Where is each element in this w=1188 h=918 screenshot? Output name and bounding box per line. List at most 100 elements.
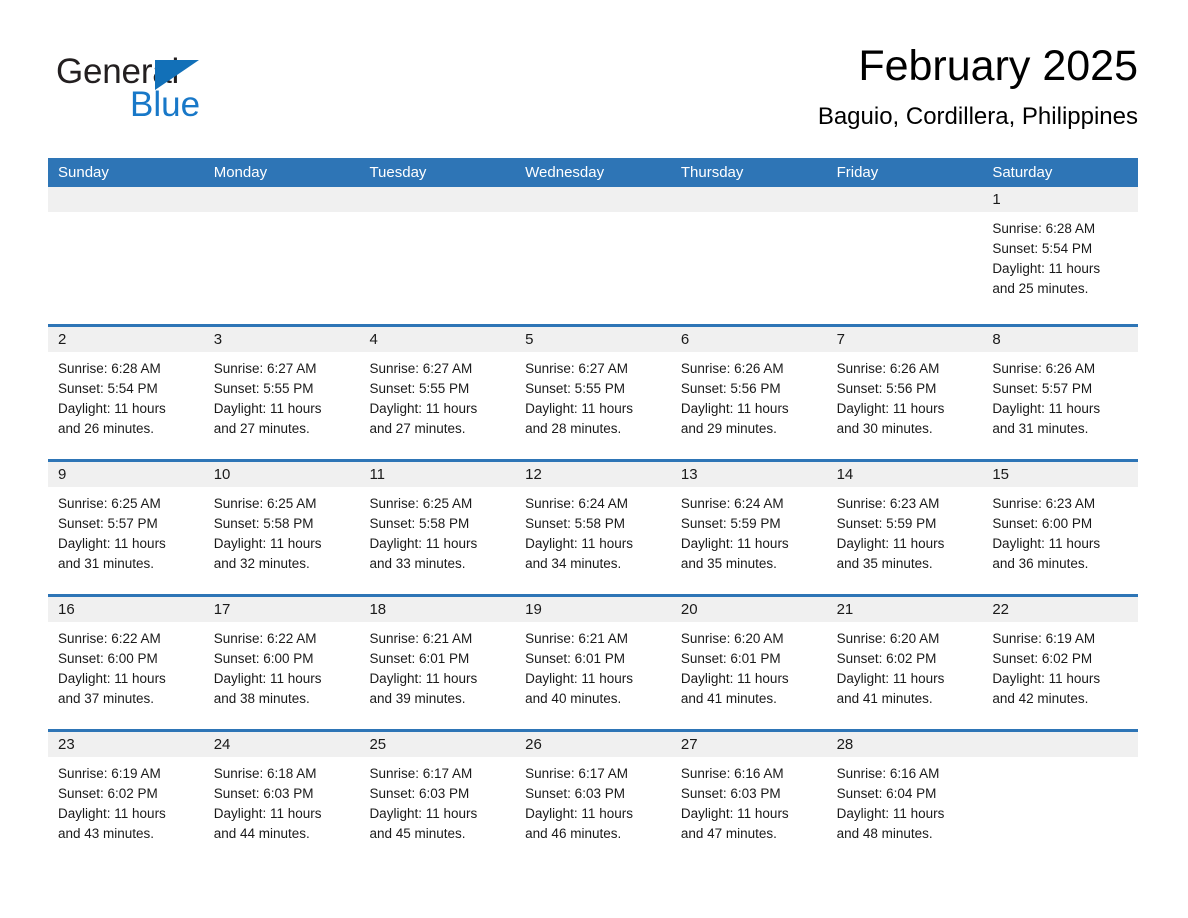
daylight-duration-line1: Daylight: 11 hours bbox=[213, 806, 322, 821]
sunrise-time: Sunrise: 6:18 AM bbox=[213, 766, 317, 781]
sunrise-time: Sunrise: 6:20 AM bbox=[680, 631, 784, 646]
daylight-duration-line2: and 35 minutes. bbox=[680, 556, 777, 571]
title-block: February 2025 Baguio, Cordillera, Philip… bbox=[438, 40, 1138, 132]
weekday-header-row: Sunday Monday Tuesday Wednesday Thursday… bbox=[48, 158, 1138, 187]
day-number: 7 bbox=[826, 327, 983, 352]
calendar-day-cell[interactable]: 11 Sunrise: 6:25 AM Sunset: 5:58 PM Dayligh… bbox=[359, 462, 516, 594]
daylight-duration-line1: Daylight: 11 hours bbox=[58, 671, 166, 686]
calendar-week-row: 1 Sunrise: 6:28 AM Sunset: 5:54 PM Daylight… bbox=[48, 187, 1139, 324]
day-number: 3 bbox=[203, 327, 360, 352]
calendar-day-cell[interactable]: 2 Sunrise: 6:28 AM Sunset: 5:54 PM Daylight… bbox=[48, 327, 204, 459]
day-number: 22 bbox=[982, 597, 1139, 622]
calendar-day-cell[interactable]: 21 Sunrise: 6:20 AM Sunset: 6:02 PM Dayligh… bbox=[826, 597, 983, 729]
daylight-duration-line2: and 27 minutes. bbox=[213, 421, 310, 436]
sunrise-time: Sunrise: 6:23 AM bbox=[992, 496, 1096, 511]
sunrise-time: Sunrise: 6:27 AM bbox=[213, 361, 317, 376]
daylight-duration-line2: and 33 minutes. bbox=[369, 556, 466, 571]
day-details: Sunrise: 6:20 AM Sunset: 6:02 PM Daylight:… bbox=[827, 622, 983, 709]
calendar-day-cell[interactable]: 22 Sunrise: 6:19 AM Sunset: 6:02 PM Dayligh… bbox=[982, 597, 1139, 729]
daylight-duration-line1: Daylight: 11 hours bbox=[992, 261, 1101, 276]
day-details: Sunrise: 6:28 AM Sunset: 5:54 PM Daylight:… bbox=[48, 352, 204, 439]
sunrise-time: Sunrise: 6:26 AM bbox=[680, 361, 784, 376]
calendar-day-cell-empty bbox=[359, 187, 516, 324]
daylight-duration-line2: and 47 minutes. bbox=[680, 826, 777, 841]
sunset-time: Sunset: 5:54 PM bbox=[992, 241, 1093, 256]
sunset-time: Sunset: 6:00 PM bbox=[992, 516, 1093, 531]
day-number bbox=[826, 187, 983, 212]
calendar-day-cell[interactable]: 17 Sunrise: 6:22 AM Sunset: 6:00 PM Dayligh… bbox=[203, 597, 360, 729]
day-number bbox=[359, 187, 516, 212]
calendar-weeks: 1 Sunrise: 6:28 AM Sunset: 5:54 PM Daylight… bbox=[48, 187, 1139, 864]
day-details: Sunrise: 6:28 AM Sunset: 5:54 PM Daylight:… bbox=[982, 212, 1138, 299]
day-details: Sunrise: 6:20 AM Sunset: 6:01 PM Daylight:… bbox=[671, 622, 827, 709]
day-number: 15 bbox=[982, 462, 1139, 487]
calendar-day-cell[interactable]: 16 Sunrise: 6:22 AM Sunset: 6:00 PM Dayligh… bbox=[48, 597, 204, 729]
daylight-duration-line2: and 39 minutes. bbox=[369, 691, 466, 706]
calendar-day-cell[interactable]: 15 Sunrise: 6:23 AM Sunset: 6:00 PM Dayligh… bbox=[982, 462, 1139, 594]
day-number bbox=[515, 187, 671, 212]
calendar-day-cell[interactable]: 5 Sunrise: 6:27 AM Sunset: 5:55 PM Daylight… bbox=[515, 327, 671, 459]
calendar-day-cell[interactable]: 9 Sunrise: 6:25 AM Sunset: 5:57 PM Daylight… bbox=[48, 462, 204, 594]
calendar-day-cell-empty bbox=[982, 732, 1139, 864]
sunset-time: Sunset: 5:57 PM bbox=[58, 516, 158, 531]
sunrise-time: Sunrise: 6:25 AM bbox=[369, 496, 473, 511]
day-number: 17 bbox=[203, 597, 360, 622]
daylight-duration-line2: and 29 minutes. bbox=[680, 421, 777, 436]
daylight-duration-line2: and 35 minutes. bbox=[836, 556, 933, 571]
day-number: 27 bbox=[670, 732, 827, 757]
calendar-day-cell[interactable]: 8 Sunrise: 6:26 AM Sunset: 5:57 PM Daylight… bbox=[982, 327, 1139, 459]
calendar-day-cell[interactable]: 3 Sunrise: 6:27 AM Sunset: 5:55 PM Daylight… bbox=[203, 327, 360, 459]
calendar-day-cell[interactable]: 23 Sunrise: 6:19 AM Sunset: 6:02 PM Dayligh… bbox=[48, 732, 204, 864]
calendar-day-cell[interactable]: 6 Sunrise: 6:26 AM Sunset: 5:56 PM Daylight… bbox=[670, 327, 827, 459]
calendar-week-row: 23 Sunrise: 6:19 AM Sunset: 6:02 PM Dayligh… bbox=[48, 729, 1139, 864]
sunrise-time: Sunrise: 6:22 AM bbox=[213, 631, 317, 646]
calendar-day-cell-empty bbox=[670, 187, 827, 324]
day-number: 2 bbox=[48, 327, 204, 352]
brand-name-blue: Blue bbox=[130, 85, 201, 124]
sunset-time: Sunset: 6:03 PM bbox=[369, 786, 470, 801]
calendar-day-cell[interactable]: 10 Sunrise: 6:25 AM Sunset: 5:58 PM Dayligh… bbox=[203, 462, 360, 594]
calendar-day-cell[interactable]: 12 Sunrise: 6:24 AM Sunset: 5:58 PM Dayligh… bbox=[515, 462, 671, 594]
calendar-day-cell[interactable]: 7 Sunrise: 6:26 AM Sunset: 5:56 PM Daylight… bbox=[826, 327, 983, 459]
day-details: Sunrise: 6:25 AM Sunset: 5:58 PM Daylight:… bbox=[204, 487, 360, 574]
daylight-duration-line2: and 34 minutes. bbox=[525, 556, 622, 571]
sunset-time: Sunset: 5:55 PM bbox=[369, 381, 470, 396]
calendar-day-cell[interactable]: 26 Sunrise: 6:17 AM Sunset: 6:03 PM Dayligh… bbox=[515, 732, 671, 864]
calendar-day-cell-empty bbox=[826, 187, 983, 324]
day-details: Sunrise: 6:26 AM Sunset: 5:57 PM Daylight:… bbox=[982, 352, 1138, 439]
sunrise-time: Sunrise: 6:17 AM bbox=[369, 766, 473, 781]
calendar-day-cell[interactable]: 19 Sunrise: 6:21 AM Sunset: 6:01 PM Dayligh… bbox=[515, 597, 671, 729]
calendar-day-cell[interactable]: 18 Sunrise: 6:21 AM Sunset: 6:01 PM Dayligh… bbox=[359, 597, 516, 729]
sunrise-time: Sunrise: 6:25 AM bbox=[213, 496, 317, 511]
day-details: Sunrise: 6:17 AM Sunset: 6:03 PM Daylight:… bbox=[359, 757, 515, 844]
day-details: Sunrise: 6:18 AM Sunset: 6:03 PM Daylight:… bbox=[204, 757, 360, 844]
sunset-time: Sunset: 6:03 PM bbox=[680, 786, 781, 801]
daylight-duration-line2: and 32 minutes. bbox=[213, 556, 310, 571]
general-blue-logo[interactable]: General Blue bbox=[56, 52, 256, 126]
calendar-day-cell[interactable]: 25 Sunrise: 6:17 AM Sunset: 6:03 PM Dayligh… bbox=[359, 732, 516, 864]
weekday-header-monday: Monday bbox=[213, 164, 268, 181]
calendar-day-cell[interactable]: 1 Sunrise: 6:28 AM Sunset: 5:54 PM Daylight… bbox=[982, 187, 1139, 324]
calendar-day-cell[interactable]: 27 Sunrise: 6:16 AM Sunset: 6:03 PM Dayligh… bbox=[670, 732, 827, 864]
sunset-time: Sunset: 5:56 PM bbox=[680, 381, 781, 396]
calendar-day-cell[interactable]: 28 Sunrise: 6:16 AM Sunset: 6:04 PM Dayligh… bbox=[826, 732, 983, 864]
calendar-day-cell[interactable]: 20 Sunrise: 6:20 AM Sunset: 6:01 PM Dayligh… bbox=[670, 597, 827, 729]
calendar-day-cell[interactable]: 13 Sunrise: 6:24 AM Sunset: 5:59 PM Dayligh… bbox=[670, 462, 827, 594]
daylight-duration-line1: Daylight: 11 hours bbox=[680, 671, 789, 686]
day-number: 1 bbox=[982, 187, 1139, 212]
calendar-table: Sunday Monday Tuesday Wednesday Thursday… bbox=[48, 158, 1139, 864]
day-number: 19 bbox=[515, 597, 671, 622]
weekday-header-thursday: Thursday bbox=[680, 164, 744, 181]
daylight-duration-line1: Daylight: 11 hours bbox=[58, 536, 166, 551]
sunset-time: Sunset: 5:59 PM bbox=[680, 516, 781, 531]
sunset-time: Sunset: 5:58 PM bbox=[525, 516, 625, 531]
sunset-time: Sunset: 6:01 PM bbox=[525, 651, 625, 666]
calendar-week-row: 9 Sunrise: 6:25 AM Sunset: 5:57 PM Daylight… bbox=[48, 459, 1139, 594]
calendar-day-cell[interactable]: 4 Sunrise: 6:27 AM Sunset: 5:55 PM Daylight… bbox=[359, 327, 516, 459]
calendar-day-cell[interactable]: 24 Sunrise: 6:18 AM Sunset: 6:03 PM Dayligh… bbox=[203, 732, 360, 864]
calendar-page: General Blue February 2025 Baguio, Cordi… bbox=[0, 0, 1188, 918]
day-number bbox=[203, 187, 360, 212]
calendar-day-cell[interactable]: 14 Sunrise: 6:23 AM Sunset: 5:59 PM Dayligh… bbox=[826, 462, 983, 594]
day-number: 24 bbox=[203, 732, 360, 757]
sunset-time: Sunset: 5:55 PM bbox=[213, 381, 314, 396]
